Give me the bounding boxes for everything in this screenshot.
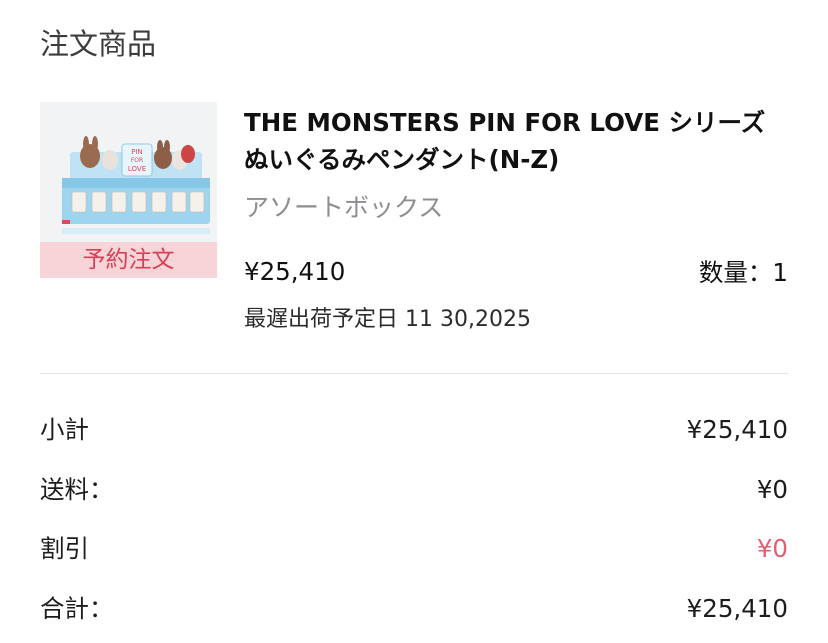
- shipping-row: 送料： ¥0: [40, 472, 788, 508]
- total-value: ¥25,410: [686, 594, 788, 623]
- svg-text:PIN: PIN: [131, 148, 143, 156]
- latest-ship-date: 最遅出荷予定日 11 30,2025: [244, 307, 531, 332]
- discount-label: 割引: [40, 534, 89, 563]
- product-box-image: PIN FOR LOVE: [62, 136, 210, 234]
- product-variant: アソートボックス: [244, 193, 444, 222]
- total-label: 合計：: [40, 594, 114, 623]
- divider: [40, 373, 788, 374]
- shipping-label: 送料：: [40, 475, 114, 504]
- product-name-line1: THE MONSTERS PIN FOR LOVE シリーズ: [244, 108, 766, 137]
- subtotal-row: 小計 ¥25,410: [40, 412, 788, 448]
- product-price: ¥25,410: [244, 257, 346, 286]
- product-image[interactable]: PIN FOR LOVE 予約注文: [40, 102, 217, 278]
- total-row: 合計： ¥25,410: [40, 591, 788, 627]
- svg-text:FOR: FOR: [131, 157, 143, 164]
- product-quantity: 数量：1: [698, 258, 788, 287]
- product-name-line2: ぬいぐるみペンダント(N-Z): [244, 145, 560, 174]
- preorder-badge: 予約注文: [40, 242, 217, 278]
- subtotal-value: ¥25,410: [686, 415, 788, 444]
- product-name[interactable]: THE MONSTERS PIN FOR LOVE シリーズ ぬいぐるみペンダン…: [244, 104, 784, 178]
- shipping-value: ¥0: [756, 475, 788, 504]
- svg-text:LOVE: LOVE: [128, 165, 146, 173]
- discount-row: 割引 ¥0: [40, 531, 788, 567]
- section-title: 注文商品: [40, 27, 157, 61]
- subtotal-label: 小計: [40, 415, 89, 444]
- discount-value: ¥0: [756, 534, 788, 563]
